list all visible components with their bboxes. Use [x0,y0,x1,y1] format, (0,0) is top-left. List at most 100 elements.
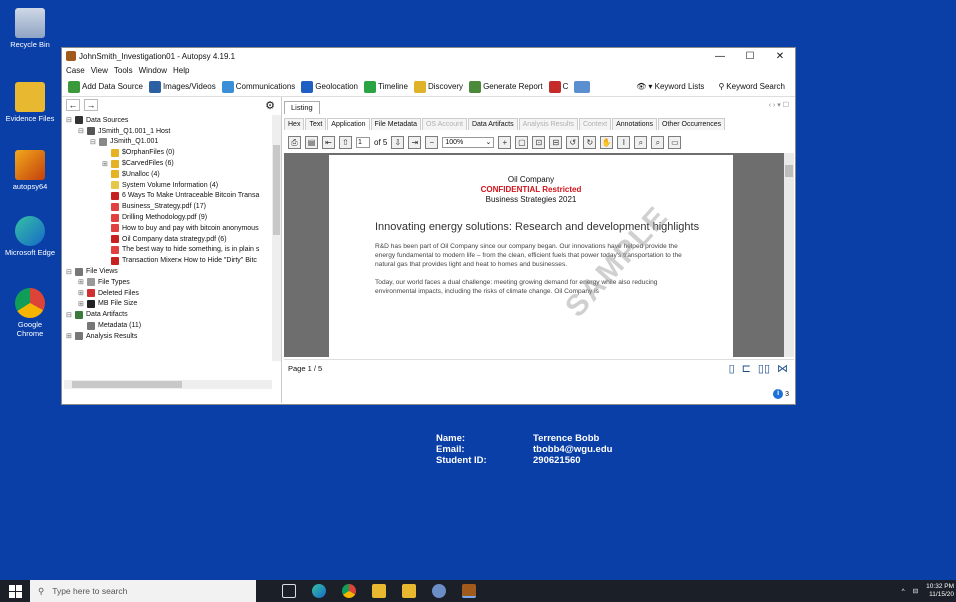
pdf-vertical-scrollbar[interactable] [784,153,794,357]
communications-button[interactable]: Communications [221,80,295,93]
tree-node[interactable]: Drilling Methodology.pdf (9) [62,212,281,223]
chevron-up-icon[interactable]: ^ [902,588,905,595]
menu-tools[interactable]: Tools [114,66,133,75]
expand-toggle-icon[interactable]: ⊟ [66,268,75,276]
next-page-icon[interactable]: ⇩ [391,135,405,149]
edge-taskbar-icon[interactable] [312,584,326,598]
desktop-icon-edge[interactable]: Microsoft Edge [4,216,56,257]
tree-node[interactable]: ⊟ JSmith_Q1.001_1 Host [62,126,281,137]
tab-hex[interactable]: Hex [284,118,305,130]
tab-file-metadata[interactable]: File Metadata [370,118,421,130]
menu-help[interactable]: Help [173,66,189,75]
clock[interactable]: 10:32 PM 11/15/20 [926,583,954,599]
pdf-viewer[interactable]: Oil Company CONFIDENTIAL Restricted Busi… [284,153,794,357]
generate-report-button[interactable]: Generate Report [469,80,543,93]
tree-horizontal-scrollbar[interactable] [64,380,272,389]
tree-node[interactable]: ⊟ File Views [62,266,281,277]
tab-data-artifacts[interactable]: Data Artifacts [467,118,518,130]
menu-case[interactable]: Case [66,66,85,75]
tab-annotations[interactable]: Annotations [612,118,658,130]
images-videos-button[interactable]: Images/Videos [148,80,216,93]
text-select-icon[interactable]: I [617,135,631,149]
listing-controls[interactable]: ‹ › ▾ ☐ [769,101,789,109]
tree-node[interactable]: ⊟ JSmith_Q1.001 [62,137,281,148]
rotate-right-icon[interactable]: ↻ [583,135,597,149]
tree-node[interactable]: 6 Ways To Make Untraceable Bitcoin Trans… [62,191,281,202]
tree-node[interactable]: ⊟ Data Sources [62,115,281,126]
tree-node[interactable]: The best way to hide something, is in pl… [62,245,281,256]
expand-toggle-icon[interactable]: ⊞ [78,300,87,308]
continuous-page-icon[interactable]: ⊏ [742,362,751,375]
notification-indicator[interactable]: i 3 [773,389,789,399]
fit-page-icon[interactable]: ⊡ [532,135,546,149]
scroll-thumb[interactable] [72,381,182,388]
photos-icon[interactable] [432,584,446,598]
previous-page-icon[interactable]: ⇧ [339,135,352,149]
expand-toggle-icon[interactable]: ⊞ [102,160,111,168]
mail-button[interactable] [574,80,591,93]
expand-toggle-icon[interactable]: ⊞ [78,289,87,297]
tree-node[interactable]: ⊟ Data Artifacts [62,309,281,320]
tree-node[interactable]: Business_Strategy.pdf (17) [62,201,281,212]
menu-window[interactable]: Window [139,66,167,75]
forward-arrow-icon[interactable]: → [84,99,98,111]
tree-node[interactable]: Metadata (11) [62,320,281,331]
expand-toggle-icon[interactable]: ⊟ [66,116,75,124]
start-button[interactable] [0,580,30,602]
sidebar-toggle-icon[interactable]: ▤ [305,135,318,149]
single-page-icon[interactable]: ▯ [729,362,735,375]
task-view-icon[interactable] [282,584,296,598]
c-button[interactable]: C [548,80,568,93]
tree-node[interactable]: $Unalloc (4) [62,169,281,180]
tree-node[interactable]: System Volume Information (4) [62,180,281,191]
zoom-in-icon[interactable]: + [498,135,512,149]
maximize-button[interactable]: ☐ [735,51,765,62]
tree-node[interactable]: How to buy and pay with bitcoin anonymou… [62,223,281,234]
continuous-facing-icon[interactable]: ⋈ [777,362,788,375]
keyword-lists-button[interactable]: 👁 ▾ Keyword Lists [636,82,704,91]
tab-analysis-results[interactable]: Analysis Results [518,118,578,130]
fit-width-icon[interactable]: ⊟ [549,135,563,149]
discovery-button[interactable]: Discovery [413,80,463,93]
tab-listing[interactable]: Listing [284,101,320,114]
gear-icon[interactable]: ⚙ [265,99,275,112]
expand-toggle-icon[interactable]: ⊟ [90,138,99,146]
tree-node[interactable]: ⊞ MB File Size [62,299,281,310]
tree-node[interactable]: Oil Company data strategy.pdf (6) [62,234,281,245]
facing-pages-icon[interactable]: ▯▯ [758,362,770,375]
close-button[interactable]: ✕ [765,51,795,62]
file-explorer-icon[interactable] [372,584,386,598]
document-icon[interactable]: ▭ [668,135,682,149]
tab-other-occurrences[interactable]: Other Occurrences [658,118,726,130]
tab-application[interactable]: Application [327,118,370,130]
expand-toggle-icon[interactable]: ⊞ [78,278,87,286]
geolocation-button[interactable]: Geolocation [301,80,358,93]
page-number-input[interactable]: 1 [356,136,370,148]
hand-tool-icon[interactable]: ✋ [600,135,614,149]
expand-toggle-icon[interactable]: ⊞ [66,332,75,340]
tree-node[interactable]: ⊞ File Types [62,277,281,288]
keyword-search-button[interactable]: ⚲ Keyword Search [718,82,785,91]
tab-context[interactable]: Context [578,118,612,130]
zoom-tool-icon[interactable]: ⌕ [634,135,648,149]
back-arrow-icon[interactable]: ← [66,99,80,111]
tab-os-account[interactable]: OS Account [421,118,467,130]
desktop-icon-autopsy[interactable]: autopsy64 [4,150,56,191]
scroll-thumb[interactable] [273,145,280,235]
minimize-button[interactable]: — [705,51,735,62]
add-data-source-button[interactable]: Add Data Source [68,80,143,93]
zoom-out-icon[interactable]: − [425,135,439,149]
desktop-icon-evidence-files[interactable]: Evidence Files [4,82,56,123]
tab-text[interactable]: Text [305,118,327,130]
last-page-icon[interactable]: ⇥ [408,135,422,149]
actual-size-icon[interactable]: ▢ [515,135,529,149]
rotate-left-icon[interactable]: ↺ [566,135,580,149]
taskbar-search[interactable]: ⚲ Type here to search [30,580,256,602]
expand-toggle-icon[interactable]: ⊟ [66,311,75,319]
search-plus-icon[interactable]: ⌕ [651,135,665,149]
tree-node[interactable]: ⊞ Deleted Files [62,288,281,299]
tree-node[interactable]: ⊞ $CarvedFiles (6) [62,158,281,169]
desktop-icon-chrome[interactable]: Google Chrome [4,288,56,338]
print-icon[interactable]: ⎙ [288,135,301,149]
timeline-button[interactable]: Timeline [364,80,408,93]
